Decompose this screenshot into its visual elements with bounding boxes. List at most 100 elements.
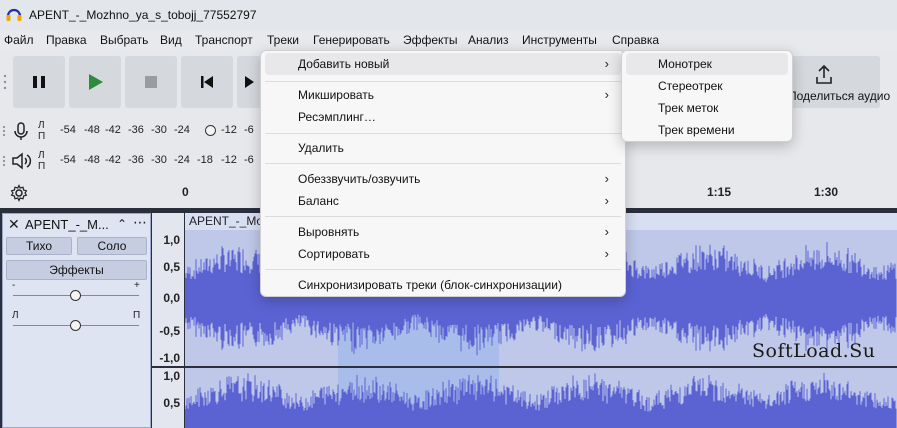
gain-plus-label: + — [134, 280, 140, 291]
gear-icon[interactable] — [8, 182, 30, 204]
playback-meter-grip[interactable] — [2, 154, 6, 168]
speaker-icon[interactable] — [10, 150, 32, 172]
scale-label: 0,5 — [163, 396, 180, 410]
play-icon — [89, 74, 103, 90]
menu-help[interactable]: Справка — [612, 32, 659, 48]
menu-select[interactable]: Выбрать — [100, 32, 148, 48]
menu-transport[interactable]: Транспорт — [195, 32, 253, 48]
menu-item-label: Синхронизировать треки (блок-синхронизац… — [298, 278, 562, 292]
menu-tracks[interactable]: Треки — [267, 32, 299, 48]
meter-tick: -42 — [105, 154, 121, 166]
more-icon[interactable]: ⋯ — [133, 214, 147, 231]
toolbar-grip[interactable] — [3, 58, 7, 106]
menu-item-label: Выровнять — [298, 225, 360, 239]
meter-tick: -36 — [128, 124, 144, 136]
menu-item-label: Ресэмплинг… — [298, 110, 376, 124]
menu-view[interactable]: Вид — [160, 32, 182, 48]
close-icon[interactable]: ✕ — [8, 216, 20, 233]
skip-end-icon — [245, 76, 254, 88]
channel-divider — [185, 366, 897, 368]
waveform-channel-2 — [185, 372, 897, 428]
play-button[interactable] — [69, 56, 121, 108]
chevron-right-icon: › — [604, 171, 609, 186]
add-new-submenu: Монотрек Стереотрек Трек меток Трек врем… — [621, 50, 793, 142]
share-audio-button[interactable]: Поделиться аудио — [778, 56, 890, 108]
menu-item-mix[interactable]: Микшировать › — [265, 84, 621, 106]
meter-tick: -30 — [151, 124, 167, 136]
scale-label: -1,0 — [159, 351, 180, 365]
menu-item-label: Обеззвучить/озвучить — [298, 172, 421, 186]
timeline-label: 1:30 — [814, 185, 839, 199]
scale-label: 1,0 — [163, 233, 180, 247]
stop-button[interactable] — [125, 56, 177, 108]
menu-item-label: Добавить новый — [298, 57, 390, 71]
meter-tick: -30 — [151, 154, 167, 166]
meter-tick: -24 — [174, 124, 190, 136]
submenu-item-label: Монотрек — [658, 57, 712, 71]
left-channel-label: Л — [38, 120, 45, 131]
meter-tick: -18 — [197, 154, 213, 166]
menu-item-sync-lock[interactable]: Синхронизировать треки (блок-синхронизац… — [265, 274, 621, 296]
menu-effects[interactable]: Эффекты — [403, 32, 458, 48]
gain-slider-knob[interactable] — [70, 290, 81, 301]
menu-item-label: Сортировать — [298, 247, 370, 261]
menu-item-label: Баланс — [298, 194, 339, 208]
menu-separator — [265, 269, 621, 270]
record-meter-grip[interactable] — [2, 124, 6, 138]
menu-item-resample[interactable]: Ресэмплинг… — [265, 106, 621, 128]
scale-label: 0,0 — [163, 291, 180, 305]
meter-tick: -36 — [128, 154, 144, 166]
pan-slider-knob[interactable] — [70, 320, 81, 331]
submenu-item-stereo-track[interactable]: Стереотрек — [626, 75, 788, 97]
window-title: APENT_-_Mozhno_ya_s_tobojj_77552797 — [29, 8, 257, 22]
vertical-scale[interactable]: 1,0 0,5 0,0 -0,5 -1,0 1,0 0,5 — [152, 213, 184, 428]
menu-analyze[interactable]: Анализ — [468, 32, 509, 48]
skip-to-start-button[interactable] — [181, 56, 233, 108]
menu-item-mute-unmute[interactable]: Обеззвучить/озвучить › — [265, 168, 621, 190]
effects-button[interactable]: Эффекты — [6, 260, 147, 280]
menu-edit[interactable]: Правка — [46, 32, 87, 48]
track-name[interactable]: APENT_-_M... — [25, 217, 109, 232]
meter-tick: -6 — [244, 154, 254, 166]
meter-tick: -12 — [221, 154, 237, 166]
mute-button[interactable]: Тихо — [6, 237, 72, 255]
meter-tick: -48 — [84, 124, 100, 136]
menu-file[interactable]: Файл — [4, 32, 34, 48]
track-control-panel[interactable]: ✕ APENT_-_M... ⌃ ⋯ Тихо Соло Эффекты - +… — [2, 213, 151, 428]
audacity-logo-icon — [3, 4, 25, 26]
chevron-right-icon: › — [604, 56, 609, 71]
chevron-up-icon[interactable]: ⌃ — [117, 217, 127, 231]
solo-button[interactable]: Соло — [77, 237, 147, 255]
submenu-item-label-track[interactable]: Трек меток — [626, 97, 788, 119]
skip-to-end-button[interactable] — [237, 56, 261, 108]
menu-item-delete[interactable]: Удалить — [265, 137, 621, 159]
channel-divider — [152, 366, 184, 368]
menu-item-add-new[interactable]: Добавить новый › — [265, 53, 621, 75]
record-level-slider-knob[interactable] — [205, 125, 216, 136]
menu-tools[interactable]: Инструменты — [522, 32, 597, 48]
scale-label: 0,5 — [163, 260, 180, 274]
microphone-icon[interactable] — [10, 120, 32, 142]
pause-button[interactable] — [13, 56, 65, 108]
tracks-dropdown-menu: Добавить новый › Микшировать › Ресэмплин… — [260, 50, 626, 297]
menu-item-sort[interactable]: Сортировать › — [265, 243, 621, 265]
menu-separator — [265, 216, 621, 217]
watermark: SoftLoad.Su — [752, 340, 876, 362]
meter-tick: -24 — [174, 154, 190, 166]
menu-separator — [265, 81, 621, 82]
left-channel-label: Л — [38, 150, 45, 161]
menu-item-pan[interactable]: Баланс › — [265, 190, 621, 212]
title-bar: APENT_-_Mozhno_ya_s_tobojj_77552797 — [0, 0, 897, 30]
right-channel-label: П — [38, 131, 46, 142]
meter-tick: -54 — [60, 154, 76, 166]
menu-generate[interactable]: Генерировать — [313, 32, 390, 48]
submenu-item-label: Трек времени — [658, 123, 735, 137]
menu-item-align[interactable]: Выровнять › — [265, 221, 621, 243]
timeline-label: 1:15 — [707, 185, 732, 199]
timeline-label: 0 — [182, 185, 189, 199]
menu-item-label: Микшировать — [298, 88, 375, 102]
submenu-item-mono-track[interactable]: Монотрек — [626, 53, 788, 75]
submenu-item-time-track[interactable]: Трек времени — [626, 119, 788, 141]
pause-icon — [33, 76, 45, 88]
scale-label: 1,0 — [163, 369, 180, 383]
